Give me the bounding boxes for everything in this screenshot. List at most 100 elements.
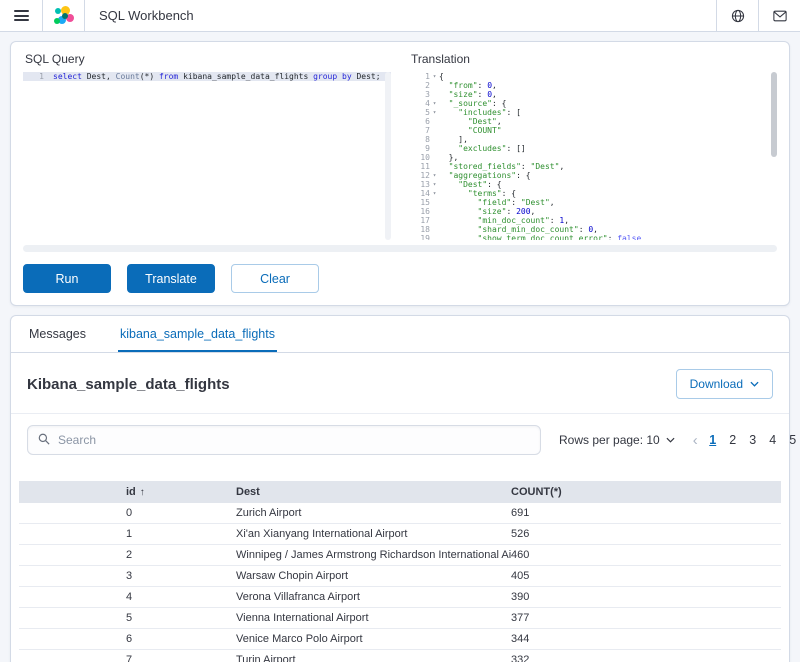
- code-token: : [: [506, 108, 521, 117]
- table-row[interactable]: 0 Zurich Airport 691: [19, 503, 781, 524]
- code-token: "includes": [458, 108, 507, 117]
- table-row[interactable]: 7 Turin Airport 332: [19, 650, 781, 662]
- tab-messages[interactable]: Messages: [27, 316, 88, 352]
- cell-count: 344: [511, 633, 530, 645]
- table-row[interactable]: 6 Venice Marco Polo Airport 344: [19, 629, 781, 650]
- logo-icon: [53, 5, 74, 26]
- sql-query-editor[interactable]: 1 select Dest, Count(*) from kibana_samp…: [23, 72, 391, 240]
- line-gutter: 19: [409, 234, 439, 240]
- code-token: ,: [492, 90, 497, 99]
- page-button[interactable]: 4: [764, 430, 782, 450]
- fold-arrow-icon[interactable]: ▾: [430, 180, 439, 189]
- code-line: {: [439, 72, 767, 81]
- cell-id: 7: [126, 654, 133, 662]
- previous-page-button[interactable]: ‹: [689, 432, 702, 449]
- code-token: group by: [313, 72, 352, 81]
- query-panel: SQL Query 1 select Dest, Count(*) from k…: [10, 41, 790, 306]
- query-code[interactable]: select Dest, Count(*) from kibana_sample…: [53, 72, 391, 81]
- code-token: Dest,: [81, 72, 116, 81]
- rows-per-page-selector[interactable]: Rows per page: 10: [559, 433, 675, 447]
- translation-section: Translation 1 ▾{2 "from": 0, 3 "size": 0, 4…: [409, 50, 777, 240]
- table-row[interactable]: 4 Verona Villafranca Airport 390: [19, 587, 781, 608]
- table-header-row: id ↑ Dest COUNT(*): [19, 481, 781, 503]
- results-panel: Messages kibana_sample_data_flights Kiba…: [10, 315, 796, 662]
- clear-button[interactable]: Clear: [231, 264, 319, 293]
- code-token: : []: [506, 144, 526, 153]
- line-gutter: 11: [409, 162, 439, 171]
- editor-line: 17 "min_doc_count": 1,: [409, 216, 767, 225]
- line-number-text: 13: [420, 180, 430, 189]
- table-row[interactable]: 5 Vienna International Airport 377: [19, 608, 781, 629]
- editor-line: 19 "show_term_doc_count_error": false: [409, 234, 767, 240]
- line-gutter: 14 ▾: [409, 189, 439, 198]
- code-token: "from": [448, 81, 478, 90]
- line-gutter: 13 ▾: [409, 180, 439, 189]
- page-button[interactable]: 5: [784, 430, 800, 450]
- cell-dest: Vienna International Airport: [236, 612, 369, 624]
- cell-id: 3: [126, 570, 133, 582]
- page-button[interactable]: 2: [724, 430, 742, 450]
- feedback-button[interactable]: [758, 0, 800, 31]
- editor-line: 2 "from": 0,: [409, 81, 767, 90]
- pagination: ‹ 12345…16 ›: [689, 430, 800, 450]
- table-row[interactable]: 1 Xi'an Xianyang International Airport 526: [19, 524, 781, 545]
- line-gutter: 3: [409, 90, 439, 99]
- code-token: "_source": [448, 99, 492, 108]
- column-header-dest[interactable]: Dest: [236, 486, 511, 498]
- code-line: "COUNT": [439, 126, 767, 135]
- fold-arrow-icon[interactable]: ▾: [430, 99, 439, 108]
- fold-arrow-icon[interactable]: ▾: [430, 108, 439, 117]
- editor-line: 12 ▾ "aggregations": {: [409, 171, 767, 180]
- download-button[interactable]: Download: [675, 369, 773, 399]
- line-number-text: 8: [425, 135, 430, 144]
- translation-scrollbar-thumb[interactable]: [771, 72, 777, 157]
- code-token: "min_doc_count": [477, 216, 550, 225]
- cell-count: 526: [511, 528, 530, 540]
- translate-button[interactable]: Translate: [127, 264, 215, 293]
- code-token: "show_term_doc_count_error": [477, 234, 608, 240]
- code-token: : {: [492, 99, 507, 108]
- tab-kibana-sample-data-flights[interactable]: kibana_sample_data_flights: [117, 316, 277, 352]
- code-token: ,: [559, 162, 565, 171]
- table-row[interactable]: 2 Winnipeg / James Armstrong Richardson I…: [19, 545, 781, 566]
- table-row[interactable]: 3 Warsaw Chopin Airport 405: [19, 566, 781, 587]
- code-line: "show_term_doc_count_error": false: [439, 234, 767, 240]
- sql-active-line[interactable]: 1 select Dest, Count(*) from kibana_samp…: [23, 72, 391, 81]
- page-button[interactable]: 1: [704, 430, 722, 450]
- search-icon: [38, 433, 50, 448]
- menu-button[interactable]: [0, 0, 42, 31]
- code-line: "from": 0,: [439, 81, 767, 90]
- editor-line: 1 ▾{: [409, 72, 767, 81]
- column-header-count[interactable]: COUNT(*): [511, 486, 781, 498]
- cell-count: 691: [511, 507, 530, 519]
- code-token: :: [511, 198, 521, 207]
- fold-arrow-icon[interactable]: ▾: [430, 189, 439, 198]
- code-token: ,: [549, 198, 555, 207]
- translation-editor[interactable]: 1 ▾{2 "from": 0, 3 "size": 0, 4 ▾ "_source":…: [409, 72, 777, 240]
- fold-arrow-icon[interactable]: ▾: [430, 171, 439, 180]
- query-scrollbar-track[interactable]: [385, 72, 391, 240]
- cell-count: 390: [511, 591, 530, 603]
- editor-line: 9 "excludes": []: [409, 144, 767, 153]
- search-input[interactable]: [58, 433, 530, 447]
- run-button[interactable]: Run: [23, 264, 111, 293]
- column-header-id[interactable]: id ↑: [19, 486, 236, 498]
- search-field[interactable]: [27, 425, 541, 455]
- page-button[interactable]: 3: [744, 430, 762, 450]
- editor-line: 13 ▾ "Dest": {: [409, 180, 767, 189]
- code-token: :: [477, 81, 488, 90]
- code-line: "shard_min_doc_count": 0,: [439, 225, 767, 234]
- code-token: "Dest": [467, 117, 497, 126]
- code-token: : {: [487, 180, 502, 189]
- horizontal-scrollbar-track[interactable]: [23, 245, 777, 252]
- app-logo[interactable]: [42, 0, 84, 31]
- code-token: Dest;: [351, 72, 381, 81]
- line-gutter: 6: [409, 117, 439, 126]
- line-number-text: 4: [425, 99, 430, 108]
- globe-button[interactable]: [716, 0, 758, 31]
- cell-id: 6: [126, 633, 133, 645]
- fold-arrow-icon[interactable]: ▾: [430, 72, 439, 81]
